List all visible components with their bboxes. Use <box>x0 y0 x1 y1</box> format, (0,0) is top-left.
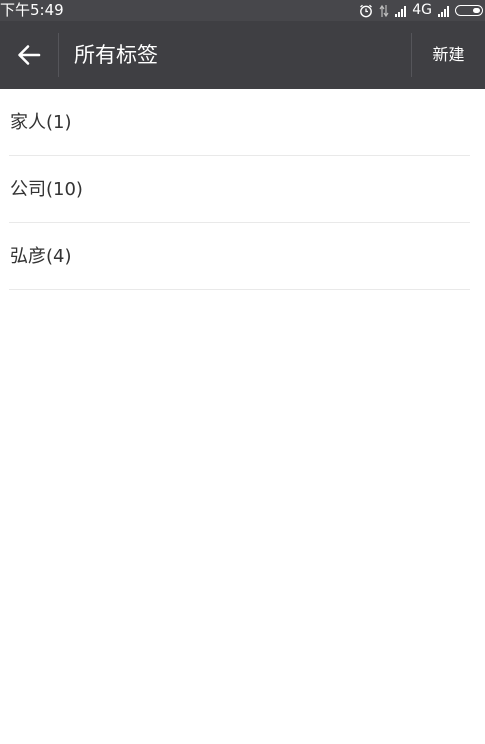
battery-icon <box>455 5 483 16</box>
back-button[interactable] <box>0 21 58 89</box>
tag-item-label: 公司(10) <box>10 179 83 200</box>
signal-strength-2-icon <box>438 5 449 17</box>
signal-strength-icon <box>395 5 407 17</box>
tag-item-label: 弘彦(4) <box>10 246 72 267</box>
status-bar: 下午5:49 4G <box>0 0 485 21</box>
page-title: 所有标签 <box>74 43 158 67</box>
status-icons: 4G <box>359 0 483 21</box>
tag-list: 家人(1) 公司(10) 弘彦(4) <box>0 89 485 290</box>
app-bar: 所有标签 新建 <box>0 21 485 89</box>
status-time: 下午5:49 <box>0 1 64 19</box>
network-type: 4G <box>412 2 432 18</box>
divider <box>58 33 59 77</box>
tag-item-hongyan[interactable]: 弘彦(4) <box>9 223 470 290</box>
alarm-icon <box>360 4 373 17</box>
tag-item-label: 家人(1) <box>10 112 72 133</box>
tag-item-family[interactable]: 家人(1) <box>9 89 470 156</box>
tag-item-company[interactable]: 公司(10) <box>9 156 470 223</box>
back-arrow-icon <box>18 45 41 65</box>
data-transfer-icon <box>379 4 389 17</box>
new-tag-button[interactable]: 新建 <box>412 21 485 89</box>
